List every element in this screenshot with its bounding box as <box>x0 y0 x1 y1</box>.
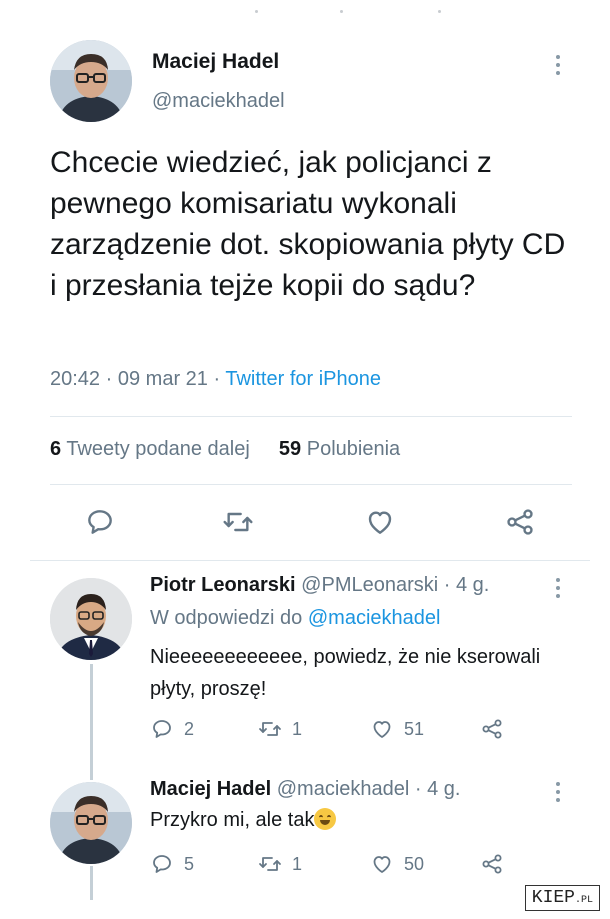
replying-prefix: W odpowiedzi do <box>150 607 303 629</box>
reply-icon <box>153 720 171 738</box>
meta-separator: · <box>213 368 221 390</box>
divider <box>50 484 572 485</box>
tweet-stats: 6 Tweety podane dalej 59 Polubienia <box>50 438 400 461</box>
top-edge-dots <box>0 10 610 18</box>
reply-count: 5 <box>184 853 195 874</box>
divider <box>30 560 590 561</box>
replying-handle-link[interactable]: @maciekhadel <box>308 607 441 629</box>
replying-to: W odpowiedzi do @maciekhadel <box>150 607 440 630</box>
reply-author-name[interactable]: Piotr Leonarski <box>150 574 296 596</box>
retweets-label[interactable]: Tweety podane dalej <box>66 438 249 460</box>
thread-line <box>90 866 93 900</box>
share-icon[interactable] <box>480 852 504 876</box>
share-icon[interactable] <box>480 717 504 741</box>
reply-retweet-button[interactable]: 1 <box>258 852 302 876</box>
retweet-count: 1 <box>292 853 303 874</box>
retweet-icon <box>259 722 281 736</box>
like-icon <box>373 721 391 738</box>
reply-count: 2 <box>184 718 195 739</box>
more-options-icon[interactable] <box>556 782 560 806</box>
tweet-time: 20:42 <box>50 368 101 390</box>
watermark-suffix: .PL <box>574 895 593 906</box>
reply-author-handle[interactable]: @maciekhadel <box>277 778 410 800</box>
reply-reply-button[interactable]: 5 <box>150 852 194 876</box>
reply-like-button[interactable]: 50 <box>370 852 424 876</box>
share-icon[interactable] <box>504 506 536 538</box>
reply-author-avatar[interactable] <box>50 782 132 864</box>
reply-retweet-button[interactable]: 1 <box>258 717 302 741</box>
like-icon <box>373 856 391 873</box>
watermark-main: KIEP <box>531 888 575 908</box>
likes-count[interactable]: 59 <box>279 438 301 460</box>
thread-line <box>90 760 93 780</box>
reply-like-button[interactable]: 51 <box>370 717 424 741</box>
like-count: 51 <box>404 718 425 739</box>
divider <box>50 416 572 417</box>
reply-author-avatar[interactable] <box>50 578 132 660</box>
more-options-icon[interactable] <box>556 55 560 79</box>
tweet-source-link[interactable]: Twitter for iPhone <box>225 368 381 390</box>
reply-header: Maciej Hadel @maciekhadel · 4 g. <box>150 778 460 801</box>
reply-text-content: Przykro mi, ale tak <box>150 809 315 831</box>
retweet-count: 1 <box>292 718 303 739</box>
retweets-count[interactable]: 6 <box>50 438 61 460</box>
site-watermark-logo: KIEP.PL <box>524 885 600 911</box>
author-handle[interactable]: @maciekhadel <box>152 90 285 113</box>
reply-header: Piotr Leonarski @PMLeonarski · 4 g. <box>150 574 489 597</box>
reply-icon <box>153 855 171 873</box>
author-avatar[interactable] <box>50 40 132 122</box>
reply-reply-button[interactable]: 2 <box>150 717 194 741</box>
tweet-date: 09 mar 21 <box>117 368 208 390</box>
tweet-meta: 20:42 · 09 mar 21 · Twitter for iPhone <box>50 368 381 391</box>
like-icon[interactable] <box>364 506 396 538</box>
more-options-icon[interactable] <box>556 578 560 602</box>
retweet-icon <box>259 857 281 871</box>
likes-label[interactable]: Polubienia <box>307 438 400 460</box>
retweet-icon[interactable] <box>222 506 254 538</box>
like-count: 50 <box>404 853 425 874</box>
reply-author-name[interactable]: Maciej Hadel <box>150 778 271 800</box>
reply-age: · 4 g. <box>414 778 461 800</box>
reply-icon[interactable] <box>84 506 116 538</box>
reply-age: · 4 g. <box>443 574 490 596</box>
tweet-text: Chcecie wiedzieć, jak policjanci z pewne… <box>50 146 566 302</box>
reply-text: Przykro mi, ale tak <box>150 804 550 836</box>
meta-separator: · <box>105 368 113 390</box>
tears-of-joy-emoji-icon <box>314 808 337 830</box>
author-name[interactable]: Maciej Hadel <box>152 50 279 74</box>
reply-author-handle[interactable]: @PMLeonarski <box>301 574 438 596</box>
reply-text: Nieeeeeeeeeeee, powiedz, że nie kserowal… <box>150 646 541 700</box>
